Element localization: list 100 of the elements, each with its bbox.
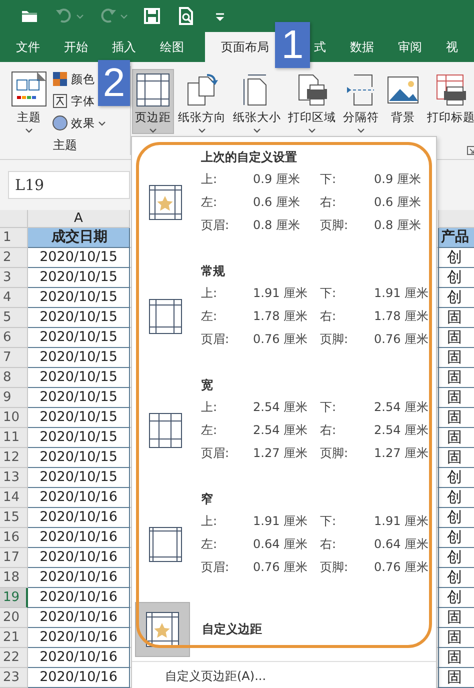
table-cell: 固	[438, 308, 474, 328]
row-header[interactable]: 21	[0, 628, 28, 648]
margin-value: 1.91 厘米	[374, 513, 430, 530]
custom-margins-icon	[146, 612, 179, 647]
margin-label: 左:	[201, 308, 218, 325]
print-preview-button[interactable]	[176, 6, 196, 26]
margin-value: 1.91 厘米	[253, 513, 309, 530]
group-label: 主题	[52, 137, 78, 154]
ribbon-button[interactable]: 页边距	[132, 69, 174, 134]
margins-preset[interactable]: 上次的自定义设置 上: 0.9 厘米 下: 0.9 厘米 左: 0.6 厘米 右: 0.6 厘米 页眉: 0.8 厘米 页脚: 0.8 厘米	[132, 146, 436, 260]
column-header[interactable]: A	[28, 210, 130, 228]
row-header[interactable]: 11	[0, 428, 28, 448]
margin-value: 0.76 厘米	[253, 331, 309, 348]
ribbon-tab[interactable]: 文件	[4, 32, 52, 62]
margin-value: 0.9 厘米	[253, 171, 301, 188]
ribbon-tab[interactable]: 插入	[100, 32, 148, 62]
row-header[interactable]: 1	[0, 228, 28, 248]
theme-option-button[interactable]: 字体	[52, 93, 95, 109]
row-header[interactable]: 23	[0, 668, 28, 688]
color-swatch-icon	[52, 71, 68, 87]
row-header[interactable]: 7	[0, 348, 28, 368]
table-cell: 固	[438, 608, 474, 628]
margin-label: 页脚:	[320, 559, 350, 576]
row-header[interactable]: 17	[0, 548, 28, 568]
table-cell: 固	[438, 328, 474, 348]
margin-value: 0.8 厘米	[253, 217, 301, 234]
ribbon-button[interactable]: 纸张方向	[175, 69, 229, 134]
row-header[interactable]: 2	[0, 248, 28, 268]
themes-button[interactable]: 主题	[0, 66, 52, 135]
ribbon-button[interactable]: 纸张大小	[230, 69, 284, 134]
ribbon-button[interactable]: 打印区域	[285, 69, 339, 134]
margin-label: 页眉:	[201, 217, 230, 234]
ribbon-tab[interactable]: 数据	[338, 32, 386, 62]
theme-option-button[interactable]: 效果	[52, 115, 106, 131]
row-header[interactable]: 5	[0, 308, 28, 328]
table-cell: 产品	[438, 228, 474, 248]
ribbon-tab[interactable]: 视	[434, 32, 470, 62]
caret-icon	[357, 128, 365, 133]
margin-label: 页眉:	[201, 445, 230, 462]
page-margins-icon	[136, 73, 170, 107]
row-header[interactable]: 15	[0, 508, 28, 528]
table-cell: 2020/10/16	[28, 528, 130, 548]
table-cell: 2020/10/16	[28, 608, 130, 628]
caret-icon	[120, 14, 128, 18]
margin-label: 右:	[320, 536, 338, 553]
row-header[interactable]: 19	[0, 588, 28, 608]
table-cell: 2020/10/15	[28, 408, 130, 428]
margins-preset[interactable]: 常规 上: 1.91 厘米 下: 1.91 厘米 左: 1.78 厘米 右: 1.78 厘米 页眉: 0.76 厘米 页脚: 0.76 厘米	[132, 260, 436, 374]
ribbon-tab[interactable]: 页面布局	[205, 32, 275, 62]
menu-item[interactable]: 自定义页边距(A)...	[132, 661, 436, 685]
name-box[interactable]: L19	[8, 171, 130, 199]
row-header[interactable]: 9	[0, 388, 28, 408]
orientation-icon	[185, 73, 219, 107]
table-cell: 固	[438, 668, 474, 688]
row-header[interactable]: 10	[0, 408, 28, 428]
margin-value: 0.9 厘米	[374, 171, 422, 188]
margin-value: 2.54 厘米	[253, 422, 309, 439]
row-header[interactable]: 18	[0, 568, 28, 588]
print-preview-icon	[176, 6, 196, 26]
row-header[interactable]: 13	[0, 468, 28, 488]
row-header[interactable]: 14	[0, 488, 28, 508]
margin-value: 1.91 厘米	[374, 285, 430, 302]
margin-value: 1.78 厘米	[253, 308, 309, 325]
table-cell: 创	[438, 248, 474, 268]
row-header[interactable]: 20	[0, 608, 28, 628]
row-header[interactable]: 8	[0, 368, 28, 388]
row-header[interactable]: 6	[0, 328, 28, 348]
table-cell: 2020/10/16	[28, 548, 130, 568]
margin-label: 上:	[201, 513, 218, 530]
row-header[interactable]: 3	[0, 268, 28, 288]
margin-value: 0.76 厘米	[374, 331, 430, 348]
table-cell: 2020/10/15	[28, 328, 130, 348]
custom-margins-item[interactable]: 自定义边距	[135, 602, 436, 657]
table-cell: 2020/10/16	[28, 568, 130, 588]
margins-preset[interactable]: 宽 上: 2.54 厘米 下: 2.54 厘米 左: 2.54 厘米 右: 2.54 厘米 页眉: 1.27 厘米 页脚: 1.27 厘米	[132, 374, 436, 488]
caret-icon	[149, 128, 157, 133]
margin-value: 0.8 厘米	[374, 217, 422, 234]
step-badge: 1	[275, 22, 310, 68]
ribbon-tab[interactable]: 式	[310, 32, 338, 62]
margin-value: 0.6 厘米	[253, 194, 301, 211]
ribbon-tab[interactable]: 绘图	[148, 32, 196, 62]
table-cell: 创	[438, 568, 474, 588]
row-header[interactable]: 16	[0, 528, 28, 548]
effects-icon	[52, 115, 68, 131]
ribbon-button[interactable]: 背景	[383, 69, 423, 134]
ribbon-button[interactable]: 打印标题	[424, 69, 474, 134]
table-cell: 2020/10/15	[28, 288, 130, 308]
theme-option-button[interactable]: 颜色	[52, 71, 95, 87]
row-header[interactable]: 12	[0, 448, 28, 468]
margins-preset[interactable]: 窄 上: 1.91 厘米 下: 1.91 厘米 左: 0.64 厘米 右: 0.64 厘米 页眉: 0.76 厘米 页脚: 0.76 厘米	[132, 488, 436, 602]
table-cell: 固	[438, 408, 474, 428]
ribbon-tab[interactable]: 审阅	[386, 32, 434, 62]
ribbon-tab[interactable]: 开始	[52, 32, 100, 62]
margin-label: 页眉:	[201, 559, 230, 576]
save-button[interactable]	[142, 6, 162, 26]
margin-label: 右:	[320, 422, 338, 439]
row-header[interactable]: 22	[0, 648, 28, 668]
row-header[interactable]: 4	[0, 288, 28, 308]
ribbon-button[interactable]: 分隔符	[340, 69, 382, 134]
table-cell: 2020/10/16	[28, 588, 130, 608]
